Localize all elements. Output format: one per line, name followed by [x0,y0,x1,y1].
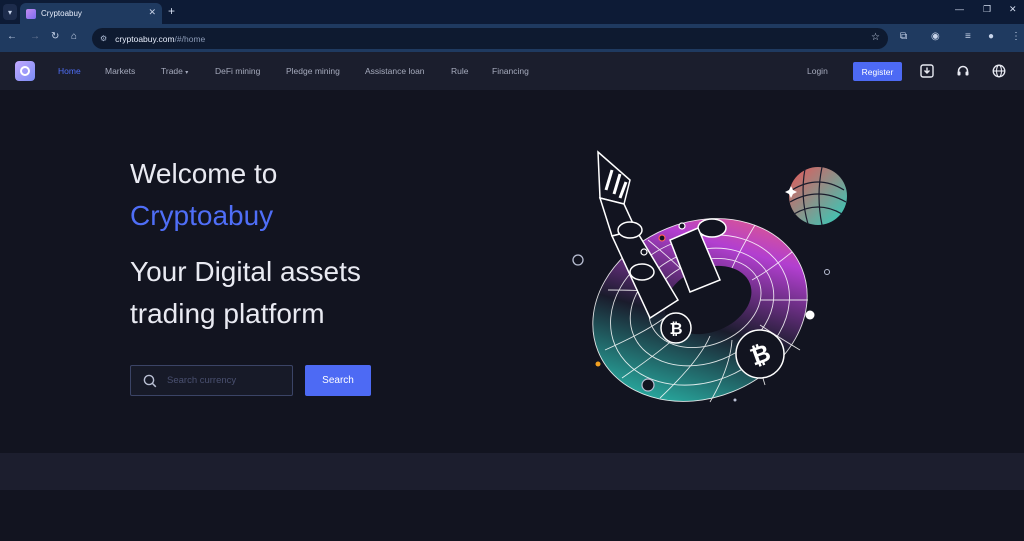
profile-icon[interactable]: ● [988,31,994,42]
nav-financing[interactable]: Financing [492,66,529,76]
nav-trade[interactable]: Trade ▾ [161,66,188,76]
forward-icon[interactable]: → [30,31,40,42]
nav-markets[interactable]: Markets [105,66,135,76]
tagline-line1: Your Digital assets [130,256,361,287]
back-icon[interactable]: ← [7,31,17,42]
support-headset-icon[interactable] [956,64,970,78]
tab-title: Cryptoabuy [41,9,82,18]
nav-rule[interactable]: Rule [451,66,468,76]
search-button[interactable]: Search [305,365,371,396]
search-icon [143,374,157,387]
site-info-icon[interactable]: ⚙ [100,34,107,43]
window-close-icon[interactable]: ✕ [1009,4,1017,15]
login-link[interactable]: Login [807,66,828,76]
download-icon[interactable] [920,64,934,78]
search-input[interactable] [167,375,277,386]
planet-icon [789,167,847,225]
browser-menu-icon[interactable]: ⋮ [1011,31,1021,42]
new-tab-icon[interactable]: + [168,4,175,18]
chevron-down-icon: ▾ [185,70,189,76]
bitcoin-coin-large-icon: ₿ [735,329,785,379]
restore-icon[interactable]: ❐ [983,4,991,15]
address-bar[interactable]: ⚙ cryptoabuy.com/#/home ☆ [92,28,888,49]
nav-home[interactable]: Home [58,66,81,76]
search-box[interactable] [130,365,293,396]
tagline-line2: trading platform [130,298,325,329]
register-button[interactable]: Register [853,62,902,81]
reload-icon[interactable]: ↻ [51,31,59,42]
welcome-heading: Welcome to [130,158,278,189]
tab-search-icon[interactable]: ▾ [3,4,17,20]
extensions-icon[interactable]: ⧉ [900,31,907,42]
nav-defi-mining[interactable]: DeFi mining [215,66,260,76]
browser-toolbar: ← → ↻ ⌂ ⚙ cryptoabuy.com/#/home ☆ ⧉ ◉ ≡ … [0,24,1024,52]
home-icon[interactable]: ⌂ [71,31,77,42]
hero-illustration: ₿ ₿ [572,150,847,403]
hero-section: Welcome to Cryptoabuy Your Digital asset… [0,90,1024,453]
url-host: cryptoabuy.com [115,33,175,44]
bitcoin-coin-small-icon: ₿ [660,312,692,344]
minimize-icon[interactable]: — [955,4,964,14]
translate-icon[interactable]: ≡ [965,31,971,42]
nav-assistance-loan[interactable]: Assistance loan [365,66,425,76]
camera-icon[interactable]: ◉ [931,31,940,42]
url-path: /#/home [174,33,206,44]
section-divider-band [0,453,1024,490]
nav-trade-label: Trade [161,66,183,76]
bookmark-star-icon[interactable]: ☆ [871,32,880,43]
site-navbar: Home Markets Trade ▾ DeFi mining Pledge … [0,52,1024,90]
page-bottom [0,490,1024,541]
svg-text:₿: ₿ [669,319,682,338]
browser-tab[interactable]: Cryptoabuy ✕ [20,3,162,24]
brand-heading: Cryptoabuy [130,200,274,231]
close-tab-icon[interactable]: ✕ [148,7,156,18]
site-logo[interactable] [15,61,35,81]
nav-pledge-mining[interactable]: Pledge mining [286,66,340,76]
globe-language-icon[interactable] [992,64,1006,78]
browser-tab-bar: ▾ Cryptoabuy ✕ + — ❐ ✕ [0,0,1024,24]
favicon-icon [26,8,36,19]
